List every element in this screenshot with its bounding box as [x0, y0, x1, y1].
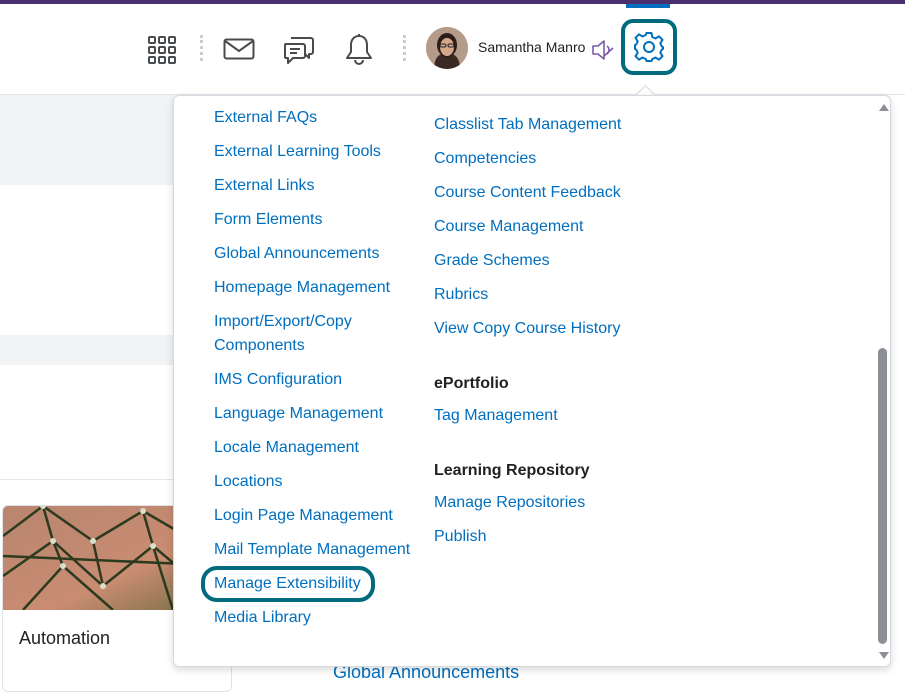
user-name[interactable]: Samantha Manro [478, 39, 585, 55]
menu-item-global-announcements[interactable]: Global Announcements [214, 242, 424, 276]
menu-item-course-management[interactable]: Course Management [434, 215, 694, 249]
background-band [0, 335, 175, 365]
avatar[interactable] [426, 27, 468, 69]
background-band [0, 95, 175, 185]
menu-item-rubrics[interactable]: Rubrics [434, 283, 694, 317]
chat-icon[interactable] [282, 33, 316, 67]
menu-item-external-faqs[interactable]: External FAQs [214, 106, 424, 140]
menu-item-form-elements[interactable]: Form Elements [214, 208, 424, 242]
dropdown-column-2: Classlist Tab Management Competencies Co… [434, 113, 694, 559]
scroll-down-arrow-icon[interactable] [879, 652, 889, 659]
menu-item-login-page-management[interactable]: Login Page Management [214, 504, 424, 538]
menu-item-external-links[interactable]: External Links [214, 174, 424, 208]
scroll-up-arrow-icon[interactable] [879, 104, 889, 111]
nav-separator [403, 35, 409, 61]
speaker-icon[interactable] [590, 38, 616, 62]
app-launcher-icon[interactable] [146, 34, 178, 66]
menu-item-classlist-tab-management[interactable]: Classlist Tab Management [434, 113, 694, 147]
menu-item-tag-management[interactable]: Tag Management [434, 404, 694, 438]
scrollbar-thumb[interactable] [878, 348, 887, 644]
menu-item-competencies[interactable]: Competencies [434, 147, 694, 181]
menu-item-manage-repositories[interactable]: Manage Repositories [434, 491, 694, 525]
gear-active-indicator [626, 4, 670, 8]
menu-item-locale-management[interactable]: Locale Management [214, 436, 424, 470]
menu-item-publish[interactable]: Publish [434, 525, 694, 559]
menu-item-import-export-copy[interactable]: Import/Export/Copy Components [214, 310, 374, 368]
menu-item-media-library[interactable]: Media Library [214, 606, 424, 640]
section-heading-eportfolio: ePortfolio [434, 375, 509, 392]
course-card-title[interactable]: Automation [19, 628, 110, 649]
gear-icon [633, 31, 665, 63]
menu-item-view-copy-course-history[interactable]: View Copy Course History [434, 317, 694, 351]
admin-tools-dropdown: External FAQs External Learning Tools Ex… [173, 95, 891, 667]
menu-item-locations[interactable]: Locations [214, 470, 424, 504]
background-divider [0, 479, 175, 480]
admin-tools-button[interactable] [621, 19, 677, 75]
menu-item-homepage-management[interactable]: Homepage Management [214, 276, 424, 310]
menu-item-course-content-feedback[interactable]: Course Content Feedback [434, 181, 694, 215]
menu-item-language-management[interactable]: Language Management [214, 402, 424, 436]
highlight-ring [201, 566, 375, 602]
menu-item-grade-schemes[interactable]: Grade Schemes [434, 249, 694, 283]
dropdown-scrollbar[interactable] [878, 100, 889, 664]
bell-icon[interactable] [343, 32, 375, 66]
section-heading-learning-repository: Learning Repository [434, 462, 590, 479]
menu-item-ims-configuration[interactable]: IMS Configuration [214, 368, 424, 402]
menu-item-external-learning-tools[interactable]: External Learning Tools [214, 140, 424, 174]
mail-icon[interactable] [222, 36, 256, 62]
dropdown-column-1: External FAQs External Learning Tools Ex… [214, 106, 424, 640]
nav-separator [200, 35, 206, 61]
